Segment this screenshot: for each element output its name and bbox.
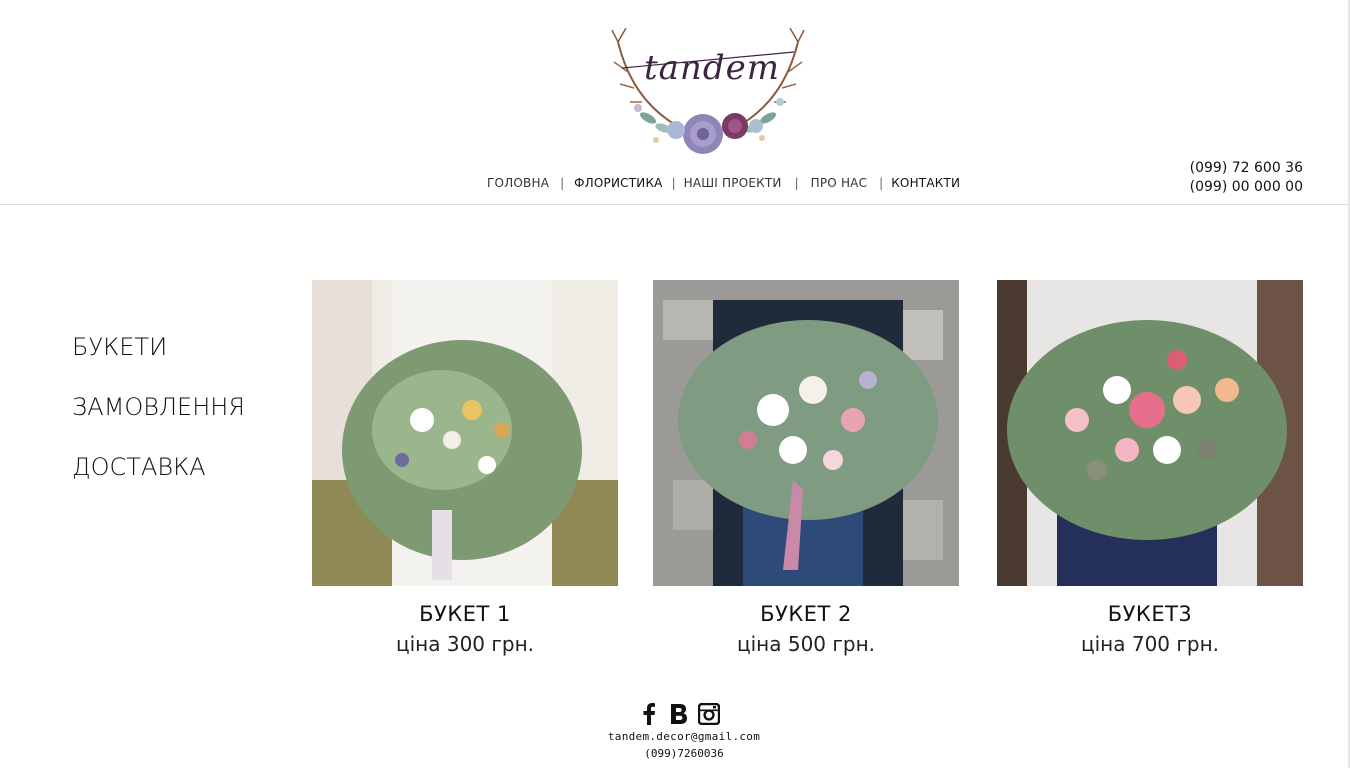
- nav-separator: |: [879, 176, 884, 190]
- product-price: ціна 300 грн.: [395, 632, 535, 656]
- sidebar-item-bouquets[interactable]: БУКЕТИ: [72, 330, 245, 390]
- main-navigation: ГОЛОВНА | ФЛОРИСТИКА | НАШІ ПРОЕКТИ | ПР…: [487, 174, 960, 192]
- nav-separator: |: [794, 176, 799, 190]
- product-price: ціна 500 грн.: [736, 632, 876, 656]
- product-price: ціна 700 грн.: [1080, 632, 1220, 656]
- nav-item-contacts[interactable]: КОНТАКТИ: [891, 176, 960, 190]
- logo-wordmark: tandem: [644, 48, 780, 88]
- product-photo-bouquet-1[interactable]: [312, 280, 618, 586]
- product-photo-bouquet-2[interactable]: [653, 280, 959, 586]
- header-divider: [0, 204, 1350, 205]
- floral-wreath-logo-graphic: [611, 27, 805, 154]
- sidebar-item-delivery[interactable]: ДОСТАВКА: [72, 450, 245, 510]
- footer-phone[interactable]: (099)7260036: [0, 747, 1350, 760]
- product-name: БУКЕТ 1: [419, 602, 511, 626]
- product-name: БУКЕТ 2: [760, 602, 852, 626]
- product-card[interactable]: БУКЕТ 1 ціна 300 грн.: [312, 280, 618, 656]
- bouquet-image: [312, 280, 618, 586]
- site-logo[interactable]: tandem: [608, 22, 808, 162]
- nav-item-our-projects[interactable]: НАШІ ПРОЕКТИ: [684, 176, 782, 190]
- nav-separator: |: [560, 176, 565, 190]
- sidebar-item-orders[interactable]: ЗАМОВЛЕННЯ: [72, 390, 245, 450]
- facebook-icon[interactable]: [638, 702, 660, 726]
- vk-icon[interactable]: [668, 702, 690, 726]
- product-photo-bouquet-3[interactable]: [997, 280, 1303, 586]
- product-name: БУКЕТ3: [1107, 602, 1193, 626]
- social-links: [638, 702, 720, 726]
- footer-email[interactable]: tandem.decor@gmail.com: [0, 730, 1350, 743]
- instagram-icon[interactable]: [698, 702, 720, 726]
- product-card[interactable]: БУКЕТ3 ціна 700 грн.: [997, 280, 1303, 656]
- header-phone-block: (099) 72 600 36 (099) 00 000 00: [1190, 159, 1303, 197]
- bouquet-image: [997, 280, 1303, 586]
- bouquet-image: [653, 280, 959, 586]
- nav-item-about-us[interactable]: ПРО НАС: [811, 176, 868, 190]
- nav-item-home[interactable]: ГОЛОВНА: [487, 176, 549, 190]
- nav-item-floristics[interactable]: ФЛОРИСТИКА: [574, 176, 662, 190]
- phone-number-secondary[interactable]: (099) 00 000 00: [1190, 178, 1303, 197]
- phone-number-primary[interactable]: (099) 72 600 36: [1190, 159, 1303, 178]
- category-sidebar: БУКЕТИ ЗАМОВЛЕННЯ ДОСТАВКА: [72, 330, 245, 510]
- nav-separator: |: [671, 176, 676, 190]
- product-card[interactable]: БУКЕТ 2 ціна 500 грн.: [653, 280, 959, 656]
